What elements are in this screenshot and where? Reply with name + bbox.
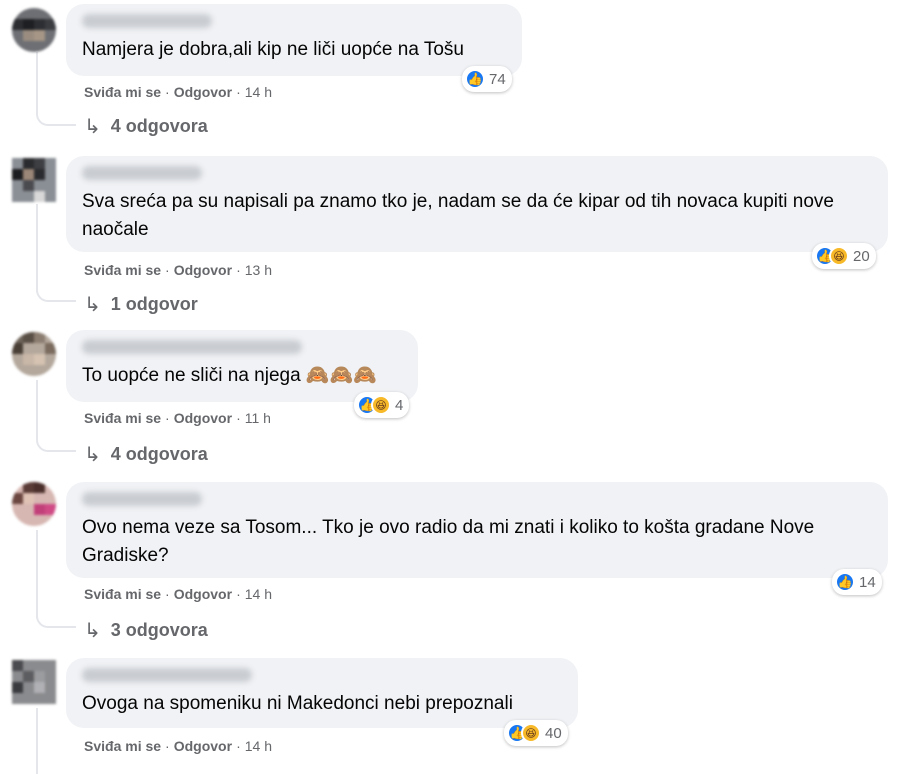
- replies-count: 4 odgovora: [110, 444, 208, 464]
- view-replies-link[interactable]: ↳ 3 odgovora: [84, 618, 208, 643]
- haha-icon: 😆: [521, 723, 541, 743]
- view-replies-link[interactable]: ↳ 4 odgovora: [84, 442, 208, 467]
- reply-arrow-icon: ↳: [84, 116, 101, 138]
- comment-bubble: Ovo nema veze sa Tosom... Tko je ovo rad…: [66, 482, 888, 578]
- comment-text: To uopće ne sliči na njega 🙈🙈🙈: [82, 365, 377, 386]
- view-replies-link[interactable]: ↳ 4 odgovora: [84, 114, 208, 139]
- comment-text: Namjera je dobra,ali kip ne liči uopće n…: [82, 39, 464, 60]
- thread-line: [36, 380, 38, 438]
- timestamp[interactable]: 13 h: [245, 262, 272, 278]
- author-name[interactable]: [82, 492, 202, 506]
- avatar[interactable]: [12, 332, 56, 376]
- like-button[interactable]: Sviđa mi se: [84, 262, 161, 278]
- reaction-count: 14: [859, 573, 876, 591]
- haha-icon: 😆: [371, 395, 391, 415]
- reply-button[interactable]: Odgovor: [174, 738, 232, 754]
- reply-arrow-icon: ↳: [84, 294, 101, 316]
- timestamp[interactable]: 11 h: [245, 410, 271, 426]
- avatar[interactable]: [12, 660, 56, 704]
- like-button[interactable]: Sviđa mi se: [84, 84, 161, 100]
- replies-count: 4 odgovora: [110, 116, 208, 136]
- reaction-summary[interactable]: 👍 😆 40: [504, 720, 568, 746]
- reaction-summary[interactable]: 👍 😆 4: [354, 392, 410, 418]
- avatar[interactable]: [12, 482, 56, 526]
- like-button[interactable]: Sviđa mi se: [84, 738, 161, 754]
- like-icon: 👍: [835, 572, 855, 592]
- comment-bubble: Namjera je dobra,ali kip ne liči uopće n…: [66, 4, 522, 76]
- thread-curve: [36, 108, 76, 126]
- reaction-summary[interactable]: 👍 14: [832, 569, 882, 595]
- comment-actions: Sviđa mi se · Odgovor · 13 h: [84, 262, 272, 278]
- comment-text: Ovo nema veze sa Tosom... Tko je ovo rad…: [82, 517, 815, 566]
- author-name[interactable]: [82, 166, 202, 180]
- reaction-summary[interactable]: 👍 74: [462, 66, 512, 92]
- comment-actions: Sviđa mi se · Odgovor · 14 h: [84, 738, 272, 754]
- reaction-summary[interactable]: 👍 😆 20: [812, 243, 876, 269]
- thread-line: [36, 204, 38, 292]
- comment-actions: Sviđa mi se · Odgovor · 14 h: [84, 84, 272, 100]
- reaction-count: 4: [395, 396, 404, 414]
- thread-line: [36, 530, 38, 618]
- like-button[interactable]: Sviđa mi se: [84, 410, 161, 426]
- comment-actions: Sviđa mi se · Odgovor · 11 h: [84, 410, 271, 426]
- author-name[interactable]: [82, 340, 302, 354]
- reply-button[interactable]: Odgovor: [174, 84, 232, 100]
- timestamp[interactable]: 14 h: [245, 586, 272, 602]
- view-replies-link[interactable]: ↳ 1 odgovor: [84, 292, 198, 317]
- timestamp[interactable]: 14 h: [245, 738, 272, 754]
- timestamp[interactable]: 14 h: [245, 84, 272, 100]
- reply-arrow-icon: ↳: [84, 620, 101, 642]
- author-name[interactable]: [82, 668, 252, 682]
- thread-line: [36, 708, 38, 774]
- comment-text: Sva sreća pa su napisali pa znamo tko je…: [82, 191, 834, 240]
- reaction-count: 74: [489, 70, 506, 88]
- like-button[interactable]: Sviđa mi se: [84, 586, 161, 602]
- reply-arrow-icon: ↳: [84, 444, 101, 466]
- reply-button[interactable]: Odgovor: [174, 586, 232, 602]
- avatar[interactable]: [12, 8, 56, 52]
- reply-button[interactable]: Odgovor: [174, 262, 232, 278]
- thread-line: [36, 52, 38, 110]
- reaction-count: 20: [853, 247, 870, 265]
- haha-icon: 😆: [829, 246, 849, 266]
- reply-button[interactable]: Odgovor: [174, 410, 232, 426]
- comment-bubble: Sva sreća pa su napisali pa znamo tko je…: [66, 156, 888, 252]
- author-name[interactable]: [82, 14, 212, 28]
- comment-bubble: Ovoga na spomeniku ni Makedonci nebi pre…: [66, 658, 578, 728]
- avatar[interactable]: [12, 158, 56, 202]
- thread-curve: [36, 284, 76, 302]
- thread-curve: [36, 434, 76, 452]
- reaction-count: 40: [545, 724, 562, 742]
- replies-count: 1 odgovor: [110, 294, 198, 314]
- comment-actions: Sviđa mi se · Odgovor · 14 h: [84, 586, 272, 602]
- like-icon: 👍: [465, 69, 485, 89]
- comment-text: Ovoga na spomeniku ni Makedonci nebi pre…: [82, 693, 513, 714]
- replies-count: 3 odgovora: [110, 620, 208, 640]
- thread-curve: [36, 610, 76, 628]
